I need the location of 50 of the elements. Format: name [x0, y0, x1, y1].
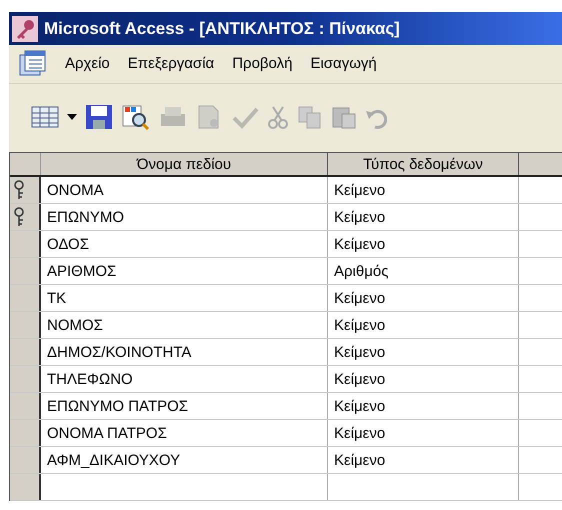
dropdown-arrow-icon[interactable]: [67, 114, 77, 120]
row-selector[interactable]: [10, 204, 41, 230]
table-cell[interactable]: Κείμενο: [328, 204, 519, 230]
row-selector[interactable]: [10, 447, 41, 473]
table-cell[interactable]: ΕΠΩΝΥΜΟ: [41, 204, 328, 230]
menu-item[interactable]: Προβολή: [232, 52, 292, 76]
key-icon: [12, 16, 38, 42]
row-selector[interactable]: [10, 312, 41, 338]
table-cell[interactable]: ΟΝΟΜΑ ΠΑΤΡΟΣ: [41, 420, 328, 446]
window-title: Microsoft Access - [ΑΝΤΙΚΛΗΤΟΣ : Πίνακας]: [44, 18, 400, 40]
table-cell[interactable]: ΤΚ: [41, 285, 328, 311]
table-cell[interactable]: Κείμενο: [328, 339, 519, 365]
row-selector[interactable]: [10, 339, 41, 365]
row-selector[interactable]: [10, 393, 41, 419]
table-cell[interactable]: ΕΠΩΝΥΜΟ ΠΑΤΡΟΣ: [41, 393, 328, 419]
table-cell[interactable]: Κείμενο: [328, 447, 519, 473]
row-selector[interactable]: [10, 258, 41, 284]
table-cell[interactable]: Κείμενο: [328, 366, 519, 392]
datasheet-icon[interactable]: [31, 104, 59, 128]
row-selector[interactable]: [10, 474, 41, 500]
column-header[interactable]: Τύπος δεδομένων: [328, 153, 519, 175]
row-selector[interactable]: [10, 420, 41, 446]
table-cell[interactable]: Κείμενο: [328, 312, 519, 338]
column-header[interactable]: Όνομα πεδίου: [41, 153, 328, 175]
search-icon[interactable]: [121, 104, 151, 130]
menu-item[interactable]: Επεξεργασία: [128, 52, 214, 76]
primary-key-icon: [13, 207, 25, 227]
header-corner: [10, 153, 41, 175]
table-cell[interactable]: ΑΡΙΘΜΟΣ: [41, 258, 328, 284]
table-cell[interactable]: Κείμενο: [328, 231, 519, 257]
table-cell[interactable]: Κείμενο: [328, 285, 519, 311]
menu-item[interactable]: Αρχείο: [65, 52, 110, 76]
table-cell[interactable]: Αριθμός: [328, 258, 519, 284]
menu-item[interactable]: Εισαγωγή: [310, 52, 377, 76]
row-selector[interactable]: [10, 231, 41, 257]
row-selector[interactable]: [10, 366, 41, 392]
table-cell[interactable]: ΤΗΛΕΦΩΝΟ: [41, 366, 328, 392]
table-cell[interactable]: ΟΔΟΣ: [41, 231, 328, 257]
table-cell[interactable]: Κείμενο: [328, 177, 519, 203]
table-cell[interactable]: ΝΟΜΟΣ: [41, 312, 328, 338]
table-cell[interactable]: ΔΗΜΟΣ/ΚΟΙΝΟΤΗΤΑ: [41, 339, 328, 365]
row-selector[interactable]: [10, 285, 41, 311]
clipboard-icon[interactable]: [331, 104, 357, 128]
row-selector[interactable]: [10, 177, 41, 203]
table-cell[interactable]: Κείμενο: [328, 420, 519, 446]
table-cell[interactable]: Κείμενο: [328, 393, 519, 419]
primary-key-icon: [13, 180, 25, 200]
table-cell[interactable]: ΑΦΜ_ΔΙΚΑΙΟΥΧΟΥ: [41, 447, 328, 473]
save-icon[interactable]: [85, 104, 113, 130]
table-cell[interactable]: ΟΝΟΜΑ: [41, 177, 328, 203]
